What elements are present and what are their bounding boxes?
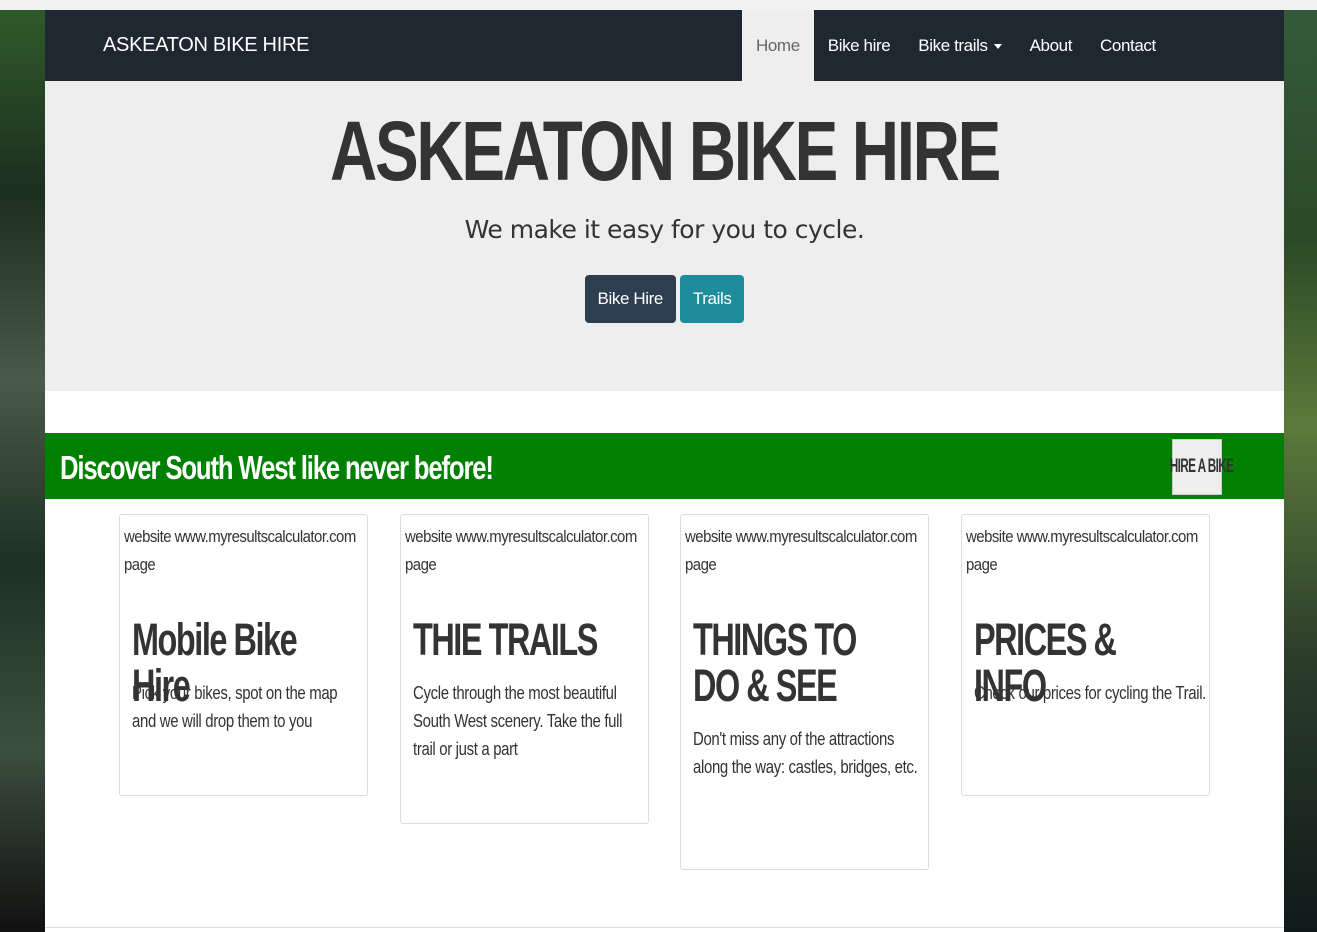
image-alt-text: website www.myresultscalculator.com [405, 527, 637, 546]
hire-a-bike-button[interactable]: HIRE A BIKE [1169, 439, 1234, 495]
nav-item-home[interactable]: Home [742, 10, 814, 81]
card-image-placeholder[interactable]: website www.myresultscalculator.com page [966, 523, 1198, 579]
card-description: Cycle through the most beautiful South W… [413, 683, 623, 759]
banner-heading: Discover South West like never before! [60, 449, 494, 486]
bike-hire-button[interactable]: Bike Hire [584, 275, 676, 323]
card-description: Pick your bikes, spot on the map and we … [132, 683, 338, 731]
card-image-placeholder[interactable]: website www.myresultscalculator.com page [124, 523, 356, 579]
card-image-placeholder[interactable]: website www.myresultscalculator.com page [685, 523, 917, 579]
hire-a-bike-label: HIRE A BIKE [1169, 456, 1234, 477]
navbar: ASKEATON BIKE HIRE Home Bike hire Bike t… [45, 10, 1284, 81]
image-alt-text: website www.myresultscalculator.com [124, 527, 356, 546]
card-description: Don't miss any of the attractions along … [693, 729, 918, 777]
image-alt-text: page [966, 555, 998, 574]
image-alt-text: page [685, 555, 717, 574]
nav-item-about[interactable]: About [1016, 10, 1086, 81]
nav-item-label: Home [756, 36, 800, 55]
caret-down-icon [993, 44, 1002, 50]
image-alt-text: website www.myresultscalculator.com [966, 527, 1198, 546]
card-mobile-bike-hire: website www.myresultscalculator.com page … [119, 514, 368, 796]
image-alt-text: page [405, 555, 437, 574]
background-image-right [1284, 10, 1317, 932]
nav-item-label: Contact [1100, 36, 1156, 55]
hero-subtitle: We make it easy for you to cycle. [464, 215, 865, 244]
nav-item-bike-trails-dropdown[interactable]: Bike trails [904, 10, 1015, 81]
trails-button[interactable]: Trails [679, 275, 745, 323]
card-prices-info: website www.myresultscalculator.com page … [961, 514, 1210, 796]
hero-title: ASKEATON BIKE HIRE [330, 104, 1001, 198]
card-title: THIE TRAILS [413, 614, 598, 665]
page-container: ASKEATON BIKE HIRE Home Bike hire Bike t… [45, 10, 1284, 932]
nav-item-label: Bike hire [827, 36, 891, 55]
divider [45, 927, 1284, 928]
nav-item-label: About [1029, 36, 1073, 55]
nav-item-label: Bike trails [918, 36, 988, 55]
hero-jumbotron: ASKEATON BIKE HIRE We make it easy for y… [45, 81, 1284, 391]
nav-item-contact[interactable]: Contact [1086, 10, 1170, 81]
card-the-trails: website www.myresultscalculator.com page … [400, 514, 649, 824]
image-alt-text: page [124, 555, 156, 574]
promo-banner: Discover South West like never before! H… [45, 433, 1284, 499]
image-alt-text: website www.myresultscalculator.com [685, 527, 917, 546]
nav-menu: Home Bike hire Bike trails About Contact [742, 10, 1170, 81]
card-description: Check our prices for cycling the Trail. [974, 683, 1206, 703]
nav-item-bike-hire[interactable]: Bike hire [814, 10, 905, 81]
card-image-placeholder[interactable]: website www.myresultscalculator.com page [405, 523, 637, 579]
card-things-to-do: website www.myresultscalculator.com page … [680, 514, 929, 870]
card-title: THINGS TO DO & SEE [693, 614, 857, 711]
navbar-brand[interactable]: ASKEATON BIKE HIRE [103, 10, 309, 81]
background-image-left [0, 10, 45, 932]
hero-buttons: Bike Hire Trails [45, 275, 1284, 323]
